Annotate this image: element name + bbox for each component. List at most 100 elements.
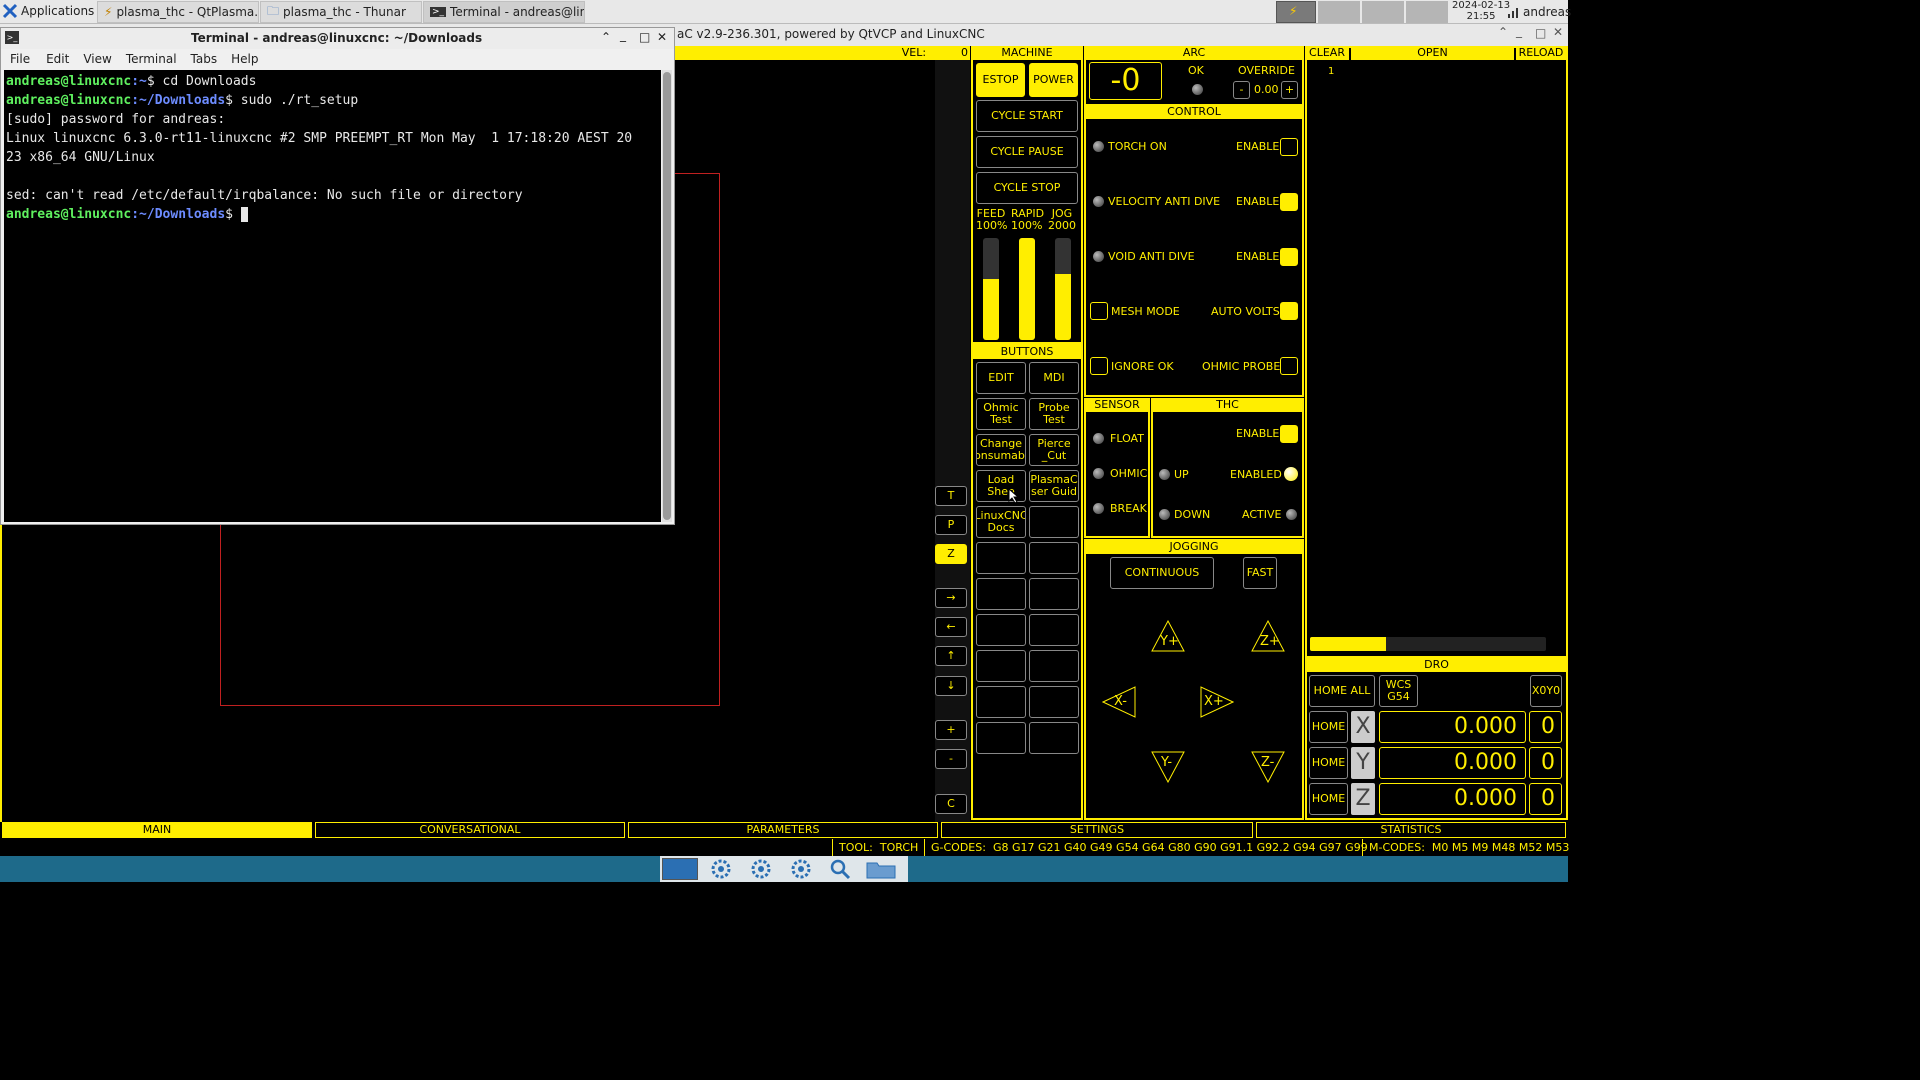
user-button-16[interactable] xyxy=(1029,614,1079,646)
menu-edit[interactable]: Edit xyxy=(39,49,76,69)
menu-view[interactable]: View xyxy=(76,49,118,69)
user-button-11[interactable] xyxy=(976,542,1026,574)
terminal-scrollbar-thumb[interactable] xyxy=(663,72,671,520)
wcs-button[interactable]: WCS G54 xyxy=(1379,675,1418,707)
dro-z-spin[interactable]: 0 xyxy=(1529,783,1562,815)
user-menu[interactable]: andreas xyxy=(1508,5,1571,19)
fast-jog-button[interactable]: FAST xyxy=(1243,557,1277,589)
feed-slider[interactable] xyxy=(983,238,999,340)
user-button-15[interactable] xyxy=(976,614,1026,646)
home-all-button[interactable]: HOME ALL xyxy=(1309,675,1375,707)
power-button[interactable]: POWER xyxy=(1029,63,1078,97)
dro-y-axis-label[interactable]: Y xyxy=(1351,747,1375,779)
gear-icon[interactable] xyxy=(744,858,778,880)
window-up-icon[interactable]: ⌃ xyxy=(601,30,611,44)
menu-tabs[interactable]: Tabs xyxy=(184,49,225,69)
tab-main[interactable]: MAIN xyxy=(2,822,312,838)
tab-statistics[interactable]: STATISTICS xyxy=(1256,822,1566,838)
show-desktop-icon[interactable] xyxy=(662,858,698,880)
user-button-14[interactable] xyxy=(1029,578,1079,610)
close-icon[interactable]: ✕ xyxy=(657,30,667,44)
jog-x-minus-button[interactable]: X- xyxy=(1101,686,1136,718)
user-button-17[interactable] xyxy=(976,650,1026,682)
torch-enable-checkbox[interactable] xyxy=(1280,138,1298,156)
vad-enable-checkbox[interactable] xyxy=(1280,193,1298,211)
estop-button[interactable]: ESTOP xyxy=(976,63,1025,97)
thc-enable-checkbox[interactable] xyxy=(1280,425,1298,443)
home-z-button[interactable]: HOME xyxy=(1309,783,1348,815)
close-icon[interactable]: ✕ xyxy=(1553,25,1563,39)
task-qtplasmac[interactable]: ⚡ plasma_thc - QtPlasma... xyxy=(97,1,259,23)
pan-right-button[interactable]: → xyxy=(935,588,967,608)
open-button[interactable]: OPEN xyxy=(1351,46,1514,60)
terminal-titlebar[interactable]: >_ Terminal - andreas@linuxcnc: ~/Downlo… xyxy=(1,28,674,49)
window-up-icon[interactable]: ⌃ xyxy=(1498,25,1508,39)
mdi-button[interactable]: MDI xyxy=(1029,362,1079,394)
dro-z-axis-label[interactable]: Z xyxy=(1351,783,1375,815)
pierce-cut-button[interactable]: Pierce _Cut xyxy=(1029,434,1079,466)
linuxcnc-docs-button[interactable]: LinuxCNC Docs xyxy=(976,506,1026,538)
plasmac-user-guide-button[interactable]: PlasmaC ser Guid xyxy=(1029,470,1079,502)
pan-left-button[interactable]: ← xyxy=(935,617,967,637)
folder-icon[interactable] xyxy=(864,858,898,880)
user-button-10[interactable] xyxy=(1029,506,1079,538)
task-terminal[interactable]: >_ Terminal - andreas@lin... xyxy=(423,1,585,23)
user-button-19[interactable] xyxy=(976,686,1026,718)
workspace-2[interactable] xyxy=(1318,1,1360,23)
gear-icon[interactable] xyxy=(784,858,818,880)
pan-up-button[interactable]: ↑ xyxy=(935,646,967,666)
reload-button[interactable]: RELOAD xyxy=(1516,46,1566,60)
dro-x-spin[interactable]: 0 xyxy=(1529,711,1562,743)
pan-down-button[interactable]: ↓ xyxy=(935,676,967,696)
user-button-20[interactable] xyxy=(1029,686,1079,718)
clear-button[interactable]: CLEAR xyxy=(1305,46,1349,60)
terminal-scrollbar[interactable] xyxy=(662,70,672,522)
tab-settings[interactable]: SETTINGS xyxy=(941,822,1253,838)
home-x-button[interactable]: HOME xyxy=(1309,711,1348,743)
dro-y-spin[interactable]: 0 xyxy=(1529,747,1562,779)
task-thunar[interactable]: 🗀 plasma_thc - Thunar xyxy=(260,1,422,23)
minimize-icon[interactable]: _ xyxy=(1516,24,1522,38)
override-minus-button[interactable]: - xyxy=(1233,81,1250,99)
view-z-button[interactable]: Z xyxy=(935,544,967,564)
menu-file[interactable]: File xyxy=(1,49,39,69)
view-top-button[interactable]: T xyxy=(935,486,967,506)
settings-icon[interactable] xyxy=(704,858,738,880)
ignore-ok-checkbox[interactable] xyxy=(1090,357,1108,375)
auto-volts-checkbox[interactable] xyxy=(1280,302,1298,320)
user-button-12[interactable] xyxy=(1029,542,1079,574)
workspace-4[interactable] xyxy=(1406,1,1448,23)
home-y-button[interactable]: HOME xyxy=(1309,747,1348,779)
ohmic-test-button[interactable]: Ohmic Test xyxy=(976,398,1026,430)
clear-preview-button[interactable]: C xyxy=(935,794,967,814)
minimize-icon[interactable]: _ xyxy=(620,28,626,42)
jog-y-plus-button[interactable]: Y+ xyxy=(1151,619,1185,652)
jog-z-plus-button[interactable]: Z+ xyxy=(1251,619,1285,652)
workspace-3[interactable] xyxy=(1362,1,1404,23)
user-button-18[interactable] xyxy=(1029,650,1079,682)
menu-terminal[interactable]: Terminal xyxy=(119,49,184,69)
menu-help[interactable]: Help xyxy=(224,49,265,69)
workspace-1[interactable]: ⚡ xyxy=(1276,1,1316,23)
change-consumable-button[interactable]: Change onsumabl xyxy=(976,434,1026,466)
jog-z-minus-button[interactable]: Z- xyxy=(1251,751,1285,784)
maximize-icon[interactable]: □ xyxy=(1535,26,1546,40)
ohmic-probe-checkbox[interactable] xyxy=(1280,357,1298,375)
cycle-stop-button[interactable]: CYCLE STOP xyxy=(976,172,1078,204)
user-button-21[interactable] xyxy=(976,722,1026,754)
override-plus-button[interactable]: + xyxy=(1281,81,1298,99)
jog-y-minus-button[interactable]: Y- xyxy=(1151,751,1185,784)
view-perspective-button[interactable]: P xyxy=(935,515,967,535)
terminal-output[interactable]: andreas@linuxcnc:~$ cd Downloads andreas… xyxy=(4,70,661,522)
user-button-13[interactable] xyxy=(976,578,1026,610)
zoom-in-button[interactable]: + xyxy=(935,720,967,740)
clock[interactable]: 2024-02-13 21:55 xyxy=(1452,0,1510,22)
tab-conversational[interactable]: CONVERSATIONAL xyxy=(315,822,625,838)
x0y0-button[interactable]: X0Y0 xyxy=(1530,675,1562,707)
probe-test-button[interactable]: Probe Test xyxy=(1029,398,1079,430)
dro-x-axis-label[interactable]: X xyxy=(1351,711,1375,743)
search-icon[interactable] xyxy=(824,858,858,880)
zoom-out-button[interactable]: - xyxy=(935,749,967,769)
user-button-22[interactable] xyxy=(1029,722,1079,754)
applications-menu[interactable]: Applications⁝ xyxy=(2,3,101,19)
